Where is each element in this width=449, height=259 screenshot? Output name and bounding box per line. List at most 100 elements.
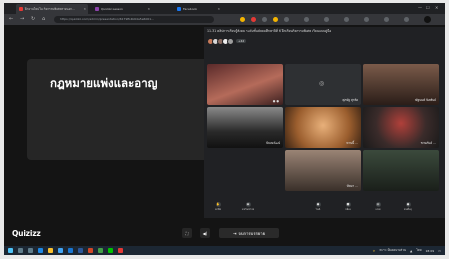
extension-icon[interactable] <box>344 17 349 22</box>
forward-icon[interactable]: → <box>20 16 24 23</box>
present-button[interactable]: ▣ แชร์หน้าจอ <box>238 202 258 212</box>
participant-name: ทานนี้ ... <box>346 141 358 145</box>
control-label: กล้อง <box>345 208 351 211</box>
raise-hand-button[interactable]: ✋ ยกมือ <box>208 202 228 212</box>
meeting-title: 11.31 คลิปการเรียนรู้สังคม ระดับชั้นมัธย… <box>207 29 332 33</box>
video-call-panel: 11.31 คลิปการเรียนรู้สังคม ระดับชั้นมัธย… <box>204 27 445 218</box>
extension-icon[interactable] <box>304 17 309 22</box>
participant-count: +42 <box>236 39 247 43</box>
home-icon[interactable]: ⌂ <box>42 16 45 23</box>
video-tile[interactable]: ปัณณวัฒน์ <box>207 107 283 148</box>
participant-name: ขวนกันธ์ ... <box>420 141 436 145</box>
tab-2[interactable]: Quizizz·Lesson ✕ <box>92 4 152 14</box>
video-tile[interactable]: ◎ ศุภนัฐ สุกลิง <box>285 64 361 105</box>
file-explorer-icon[interactable] <box>48 248 53 253</box>
task-view-icon[interactable] <box>28 248 33 253</box>
control-label: คนอื่นๆ <box>404 208 412 211</box>
video-tile[interactable] <box>363 150 439 191</box>
tab-1[interactable]: ฝึกงานใหม่ใน กิจกรรมพิเศษทางนอก... ✕ <box>16 4 88 14</box>
video-tile[interactable]: ● ● <box>207 64 283 105</box>
participant-name: ปัณณวัฒน์ <box>266 141 280 145</box>
mail-icon[interactable] <box>68 248 73 253</box>
user-icon: ◎ <box>319 80 325 87</box>
video-tile[interactable]: ปัทมา ... <box>285 150 361 191</box>
participant-avatars[interactable]: +42 <box>207 37 247 45</box>
windows-start-icon[interactable] <box>8 248 13 253</box>
system-tray: ☀ 31°C มีแดดบางส่วน ▲ ไทย 18:09 ▭ <box>368 247 441 254</box>
record-icon[interactable] <box>251 17 256 22</box>
quizizz-logo: Quizizz <box>12 229 41 238</box>
video-tile[interactable]: ณัฐนนท์ นิลพันธ์ <box>363 64 439 105</box>
store-icon[interactable] <box>58 248 63 253</box>
language-indicator[interactable]: ไทย <box>416 248 421 253</box>
participant-name: ศุภนัฐ สุกลิง <box>342 98 359 102</box>
mic-muted-icon: ● ● <box>272 99 279 103</box>
question-text: กฎหมายแพ่งและอาญ <box>50 76 158 90</box>
reload-icon[interactable]: ↻ <box>31 16 35 23</box>
extension-icon[interactable] <box>273 17 278 22</box>
control-label: ไมค์ <box>315 208 321 211</box>
camera-button[interactable]: ■ กล้อง <box>338 202 358 212</box>
camera-icon: ■ <box>345 202 351 207</box>
search-icon[interactable] <box>18 248 23 253</box>
close-icon[interactable]: ✕ <box>83 7 86 11</box>
quizizz-tab-icon <box>95 7 99 11</box>
tab-label: Facebook <box>183 7 198 11</box>
browser-toolbar: ← → ↻ ⌂ https://quizizz.com/admin/presen… <box>4 14 445 25</box>
tab-label: ฝึกงานใหม่ใน กิจกรรมพิเศษทางนอก... <box>25 6 75 11</box>
close-icon[interactable]: ✕ <box>217 7 220 11</box>
participant-name: ณัฐนนท์ นิลพันธ์ <box>414 98 436 102</box>
people-icon: ● <box>405 202 411 207</box>
close-window-button[interactable]: ✕ <box>435 5 438 10</box>
mic-icon: ● <box>315 202 321 207</box>
end-lesson-button[interactable]: ⇥ จบการบรรยาย <box>219 228 279 238</box>
browser-tab-bar: ฝึกงานใหม่ใน กิจกรรมพิเศษทางนอก... ✕ Qui… <box>4 3 445 14</box>
fullscreen-button[interactable]: ⛶ <box>182 228 192 238</box>
call-controls: ✋ ยกมือ ▣ แชร์หน้าจอ ● ไมค์ ■ กล้อง ▤ แช… <box>204 201 445 218</box>
tab-3[interactable]: Facebook ✕ <box>174 4 222 14</box>
back-icon[interactable]: ← <box>9 16 13 23</box>
extension-icon[interactable] <box>284 17 289 22</box>
word-icon[interactable] <box>78 248 83 253</box>
close-icon[interactable]: ✕ <box>147 7 150 11</box>
video-tile[interactable]: ขวนกันธ์ ... <box>363 107 439 148</box>
edge-icon[interactable] <box>38 248 43 253</box>
clock[interactable]: 18:09 <box>426 249 435 253</box>
video-tile[interactable]: ทานนี้ ... <box>285 107 361 148</box>
extension-icon[interactable] <box>324 17 329 22</box>
tab-label: Quizizz·Lesson <box>101 7 123 11</box>
hand-icon: ✋ <box>215 202 221 207</box>
address-bar[interactable]: https://quizizz.com/admin/presentation/6… <box>54 16 214 23</box>
extension-icon[interactable] <box>364 17 369 22</box>
end-lesson-label: จบการบรรยาย <box>238 230 266 236</box>
taskbar: ☀ 31°C มีแดดบางส่วน ▲ ไทย 18:09 ▭ <box>4 246 445 255</box>
maximize-button[interactable]: ☐ <box>426 5 430 10</box>
chat-button[interactable]: ▤ แชท <box>368 202 388 212</box>
chrome-icon[interactable] <box>98 248 103 253</box>
notification-icon[interactable]: ▭ <box>438 249 441 253</box>
volume-icon: ◀) <box>202 230 208 236</box>
meet-tab-icon <box>19 7 23 11</box>
weather-text[interactable]: 31°C มีแดดบางส่วน <box>379 248 406 253</box>
network-icon[interactable]: ▲ <box>410 249 412 253</box>
chrome-icon[interactable] <box>118 248 123 253</box>
extension-icon[interactable] <box>404 17 409 22</box>
extension-icon[interactable] <box>384 17 389 22</box>
present-icon: ▣ <box>245 202 251 207</box>
mic-button[interactable]: ● ไมค์ <box>308 202 328 212</box>
fullscreen-icon: ⛶ <box>185 230 189 236</box>
people-button[interactable]: ● คนอื่นๆ <box>398 202 418 212</box>
extension-icon[interactable] <box>262 17 267 22</box>
weather-icon[interactable]: ☀ <box>372 249 375 253</box>
powerpoint-icon[interactable] <box>88 248 93 253</box>
extension-icon[interactable] <box>240 17 245 22</box>
volume-button[interactable]: ◀) <box>200 228 210 238</box>
profile-avatar[interactable] <box>424 16 431 23</box>
avatar <box>227 37 234 45</box>
exit-icon: ⇥ <box>232 230 237 236</box>
screen: ฝึกงานใหม่ใน กิจกรรมพิเศษทางนอก... ✕ Qui… <box>0 0 449 259</box>
line-icon[interactable] <box>108 248 113 253</box>
control-label: ยกมือ <box>214 208 222 211</box>
chat-icon: ▤ <box>375 202 381 207</box>
minimize-button[interactable]: — <box>418 5 422 10</box>
